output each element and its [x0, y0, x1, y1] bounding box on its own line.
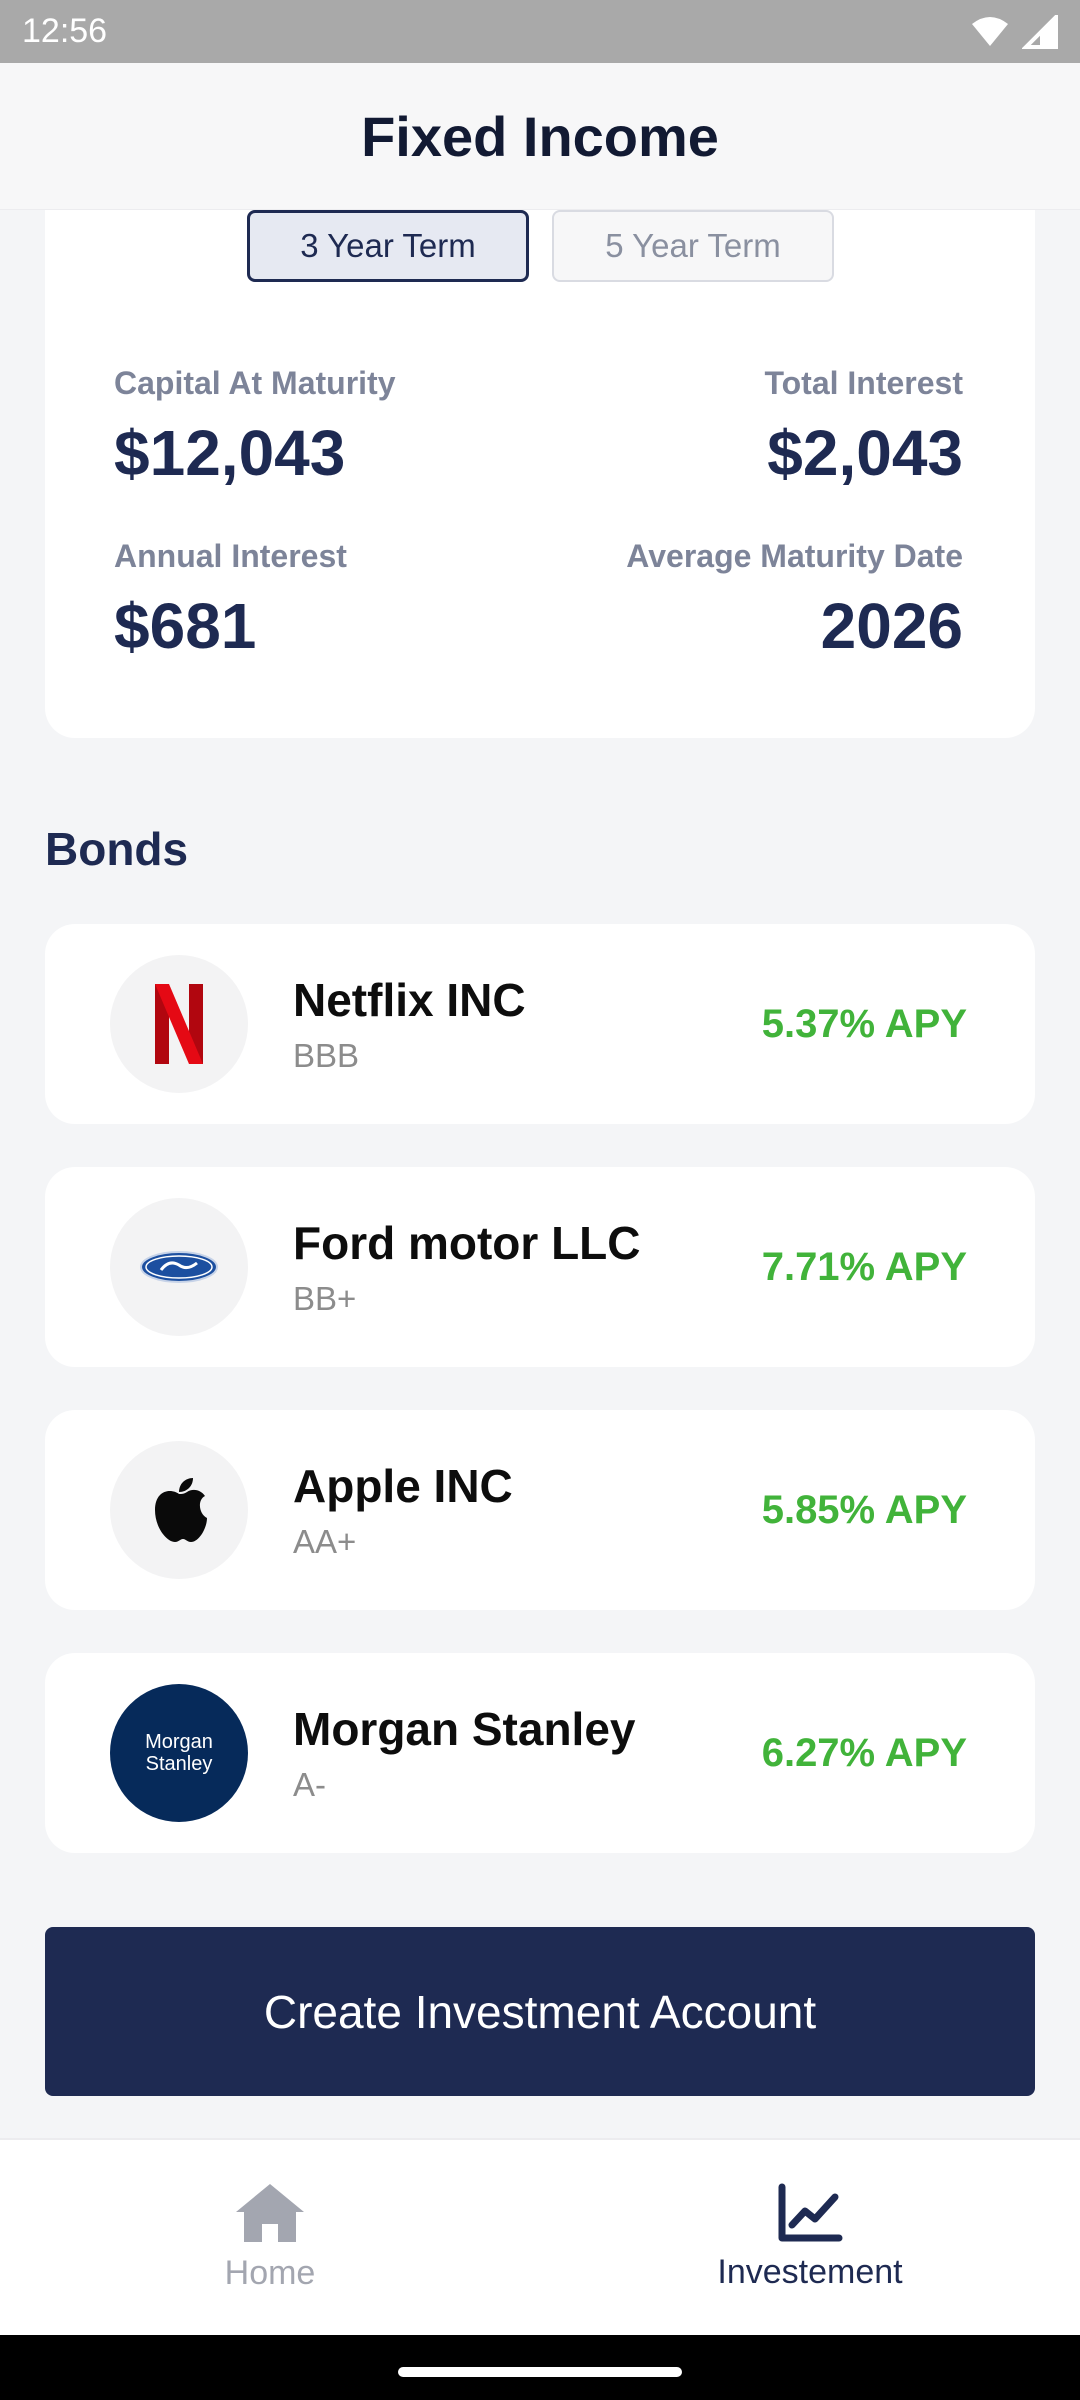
- metric-label: Annual Interest: [114, 538, 347, 574]
- bond-apy: 5.37% APY: [761, 1001, 967, 1046]
- summary-card: 3 Year Term 5 Year Term Capital At Matur…: [45, 210, 1035, 738]
- bond-card-morgan-stanley[interactable]: Morgan Stanley Morgan Stanley A- 6.27% A…: [45, 1653, 1035, 1853]
- status-icons: [970, 14, 1058, 49]
- bond-name: Morgan Stanley: [293, 1703, 636, 1755]
- tab-label: 5 Year Term: [605, 227, 781, 264]
- tab-5-year-term[interactable]: 5 Year Term: [552, 210, 834, 282]
- bond-info: Ford motor LLC BB+: [293, 1216, 762, 1318]
- metric-value: $12,043: [114, 417, 346, 489]
- total-interest: Total Interest $2,043: [764, 365, 963, 490]
- bond-rating: A-: [293, 1766, 326, 1803]
- morgan-stanley-logo: Morgan Stanley: [110, 1684, 248, 1822]
- capital-at-maturity: Capital At Maturity $12,043: [114, 365, 396, 490]
- status-bar: 12:56: [0, 0, 1080, 63]
- metric-value: $2,043: [767, 417, 963, 489]
- bond-info: Apple INC AA+: [293, 1459, 762, 1561]
- average-maturity-date: Average Maturity Date 2026: [626, 538, 963, 663]
- ford-logo: [110, 1198, 248, 1336]
- create-investment-account-button[interactable]: Create Investment Account: [45, 1927, 1035, 2096]
- bond-name: Ford motor LLC: [293, 1217, 641, 1269]
- term-tabs: 3 Year Term 5 Year Term: [247, 210, 834, 282]
- wifi-icon: [972, 16, 1008, 46]
- page-title: Fixed Income: [361, 104, 719, 168]
- cellular-signal-icon: [1022, 14, 1058, 49]
- chart-line-icon: [778, 2183, 843, 2242]
- bond-apy: 6.27% APY: [761, 1730, 967, 1775]
- nav-label: Investement: [717, 2253, 903, 2291]
- bond-info: Morgan Stanley A-: [293, 1702, 762, 1804]
- bottom-nav: Home Investement: [0, 2138, 1080, 2335]
- metric-label: Capital At Maturity: [114, 365, 396, 401]
- metric-label: Total Interest: [764, 365, 963, 401]
- nav-item-investement[interactable]: Investement: [540, 2140, 1080, 2335]
- tab-3-year-term[interactable]: 3 Year Term: [247, 210, 529, 282]
- bond-rating: AA+: [293, 1523, 357, 1560]
- bond-card-apple[interactable]: Apple INC AA+ 5.85% APY: [45, 1410, 1035, 1610]
- status-time: 12:56: [22, 12, 108, 50]
- morgan-stanley-logo-text: Morgan Stanley: [145, 1731, 213, 1775]
- tab-label: 3 Year Term: [300, 227, 476, 264]
- metric-value: $681: [114, 590, 257, 662]
- bond-apy: 7.71% APY: [761, 1244, 967, 1289]
- bond-card-ford[interactable]: Ford motor LLC BB+ 7.71% APY: [45, 1167, 1035, 1367]
- bond-rating: BBB: [293, 1037, 360, 1074]
- bond-rating: BB+: [293, 1280, 357, 1317]
- bond-name: Apple INC: [293, 1460, 513, 1512]
- home-icon: [236, 2184, 304, 2242]
- bond-info: Netflix INC BBB: [293, 973, 762, 1075]
- bonds-section-title: Bonds: [45, 823, 189, 875]
- app-header: Fixed Income: [0, 63, 1080, 210]
- bond-card-netflix[interactable]: Netflix INC BBB 5.37% APY: [45, 924, 1035, 1124]
- gesture-handle[interactable]: [398, 2367, 682, 2377]
- nav-label: Home: [224, 2254, 316, 2292]
- annual-interest: Annual Interest $681: [114, 538, 347, 663]
- metric-value: 2026: [820, 590, 963, 662]
- bond-name: Netflix INC: [293, 974, 526, 1026]
- apple-logo: [110, 1441, 248, 1579]
- netflix-logo: [110, 955, 248, 1093]
- metric-label: Average Maturity Date: [626, 538, 963, 574]
- system-gesture-bar: [0, 2335, 1080, 2400]
- bond-apy: 5.85% APY: [761, 1487, 967, 1532]
- nav-item-home[interactable]: Home: [0, 2140, 540, 2335]
